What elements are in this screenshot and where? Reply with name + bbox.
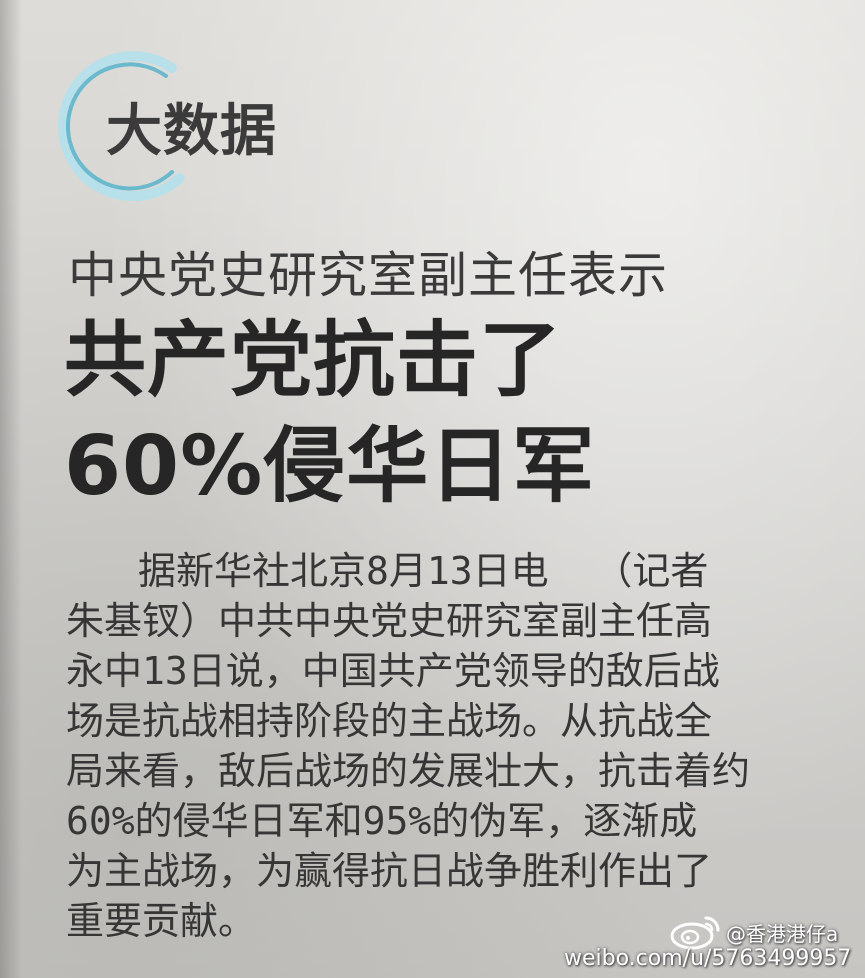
headline-line: 共产党抗击了 [64, 313, 563, 408]
watermark-url: weibo.com/u/5763499957 [564, 946, 852, 971]
body-line: 据新华社北京8月13日电 （记者 [138, 549, 709, 593]
body-line: 重要贡献。 [66, 899, 257, 943]
newspaper-clipping: 大数据 中央党史研究室副主任表示 共产党抗击了 60%侵华日军 据新华社北京8月… [0, 0, 865, 978]
body-line: 朱基钗）中共中央党史研究室副主任高 [66, 599, 713, 643]
weibo-logo-icon [670, 916, 720, 950]
body-line: 永中13日说，中国共产党领导的敌后战 [66, 649, 720, 693]
headline-line: 60%侵华日军 [64, 419, 596, 514]
body-line: 60%的侵华日军和95%的伪军，逐渐成 [66, 799, 698, 843]
page-fold-shadow [0, 0, 22, 978]
article-body: 据新华社北京8月13日电 （记者 朱基钗）中共中央党史研究室副主任高 永中13日… [66, 546, 750, 946]
watermark-handle: @香港港仔a [726, 922, 839, 946]
column-label: 大数据 [106, 99, 277, 164]
body-line: 场是抗战相持阶段的主战场。从抗战全 [66, 699, 713, 743]
subheadline: 中央党史研究室副主任表示 [68, 247, 669, 304]
body-line: 为主战场，为赢得抗日战争胜利作出了 [66, 849, 713, 893]
body-line: 局来看，敌后战场的发展壮大，抗击着约 [66, 749, 751, 793]
